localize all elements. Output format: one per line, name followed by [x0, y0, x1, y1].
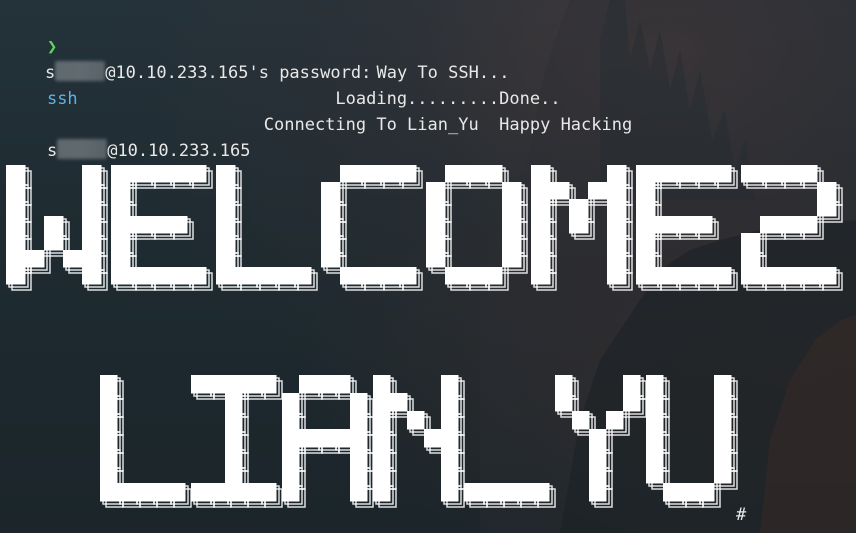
ascii-art-banner — [6, 165, 843, 508]
terminal-window[interactable]: ❯ ssh s @10.10.233.165 s @10.10.233.165's … — [0, 0, 856, 533]
ascii-art-welcome2 — [6, 165, 843, 291]
ascii-art-lian-yu — [100, 375, 738, 508]
shell-prompt-hash[interactable]: # — [736, 502, 746, 528]
